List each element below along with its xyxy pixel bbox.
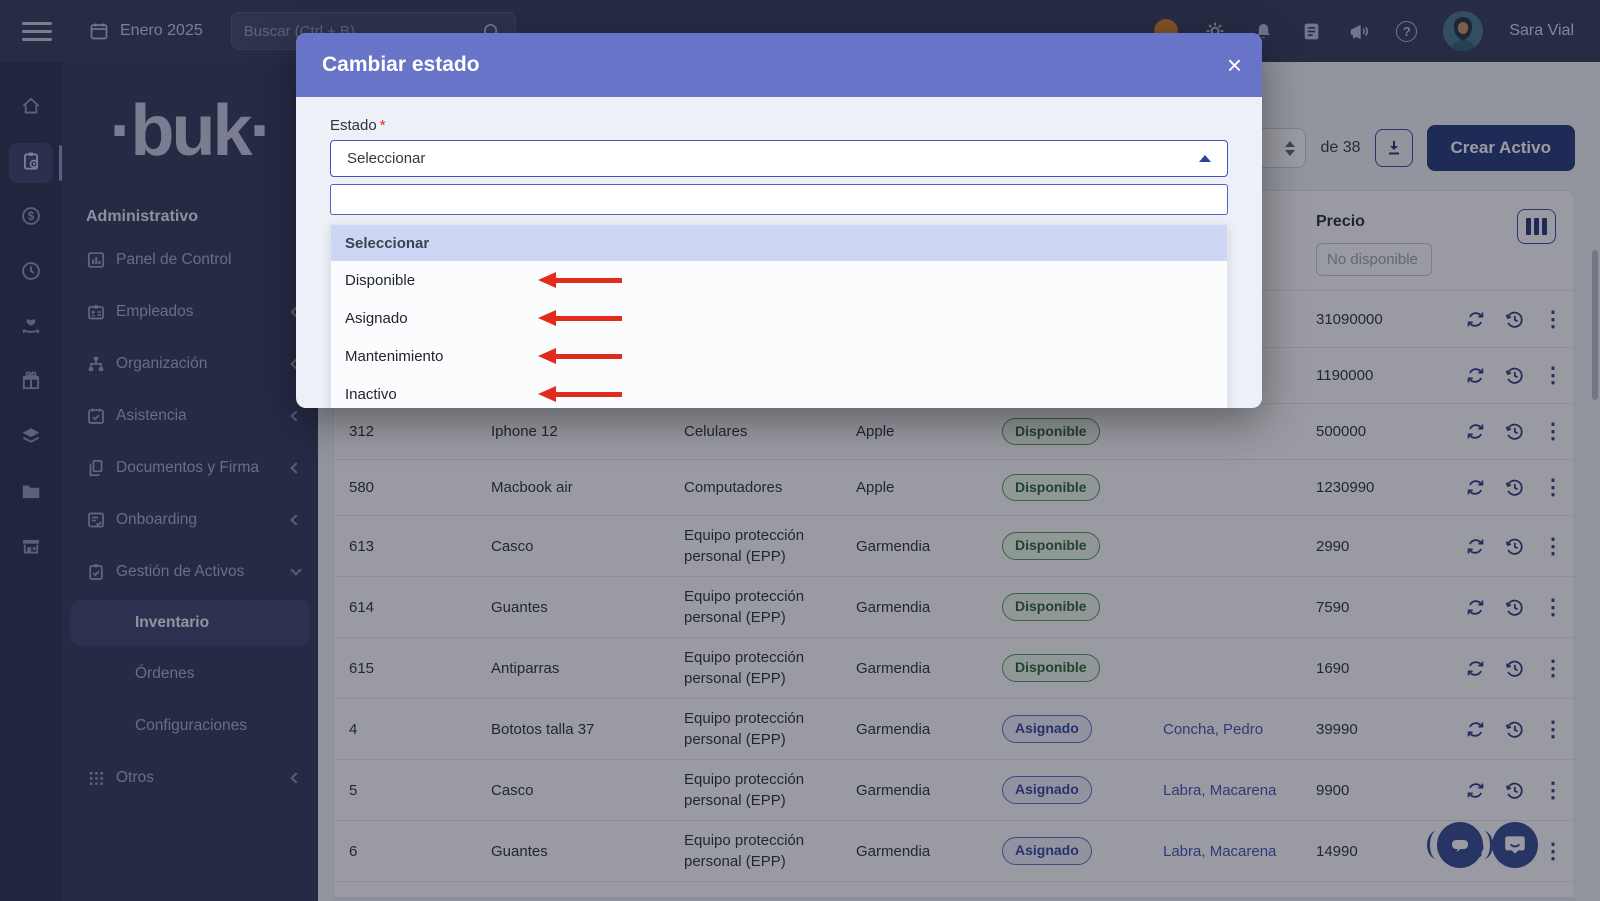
annotation-arrow-icon: [538, 310, 622, 326]
estado-option-disponible[interactable]: Disponible: [331, 261, 1227, 299]
estado-option-asignado[interactable]: Asignado: [331, 299, 1227, 337]
close-icon[interactable]: ×: [1227, 52, 1242, 78]
estado-label: Estado*: [330, 117, 1228, 134]
required-asterisk: *: [380, 117, 386, 134]
estado-option-mantenimiento[interactable]: Mantenimiento: [331, 337, 1227, 375]
modal-title: Cambiar estado: [322, 53, 1227, 77]
annotation-arrow-icon: [538, 348, 622, 364]
option-label: Disponible: [345, 272, 415, 289]
option-label: Mantenimiento: [345, 348, 443, 365]
modal-header: Cambiar estado ×: [296, 33, 1262, 97]
estado-option-inactivo[interactable]: Inactivo: [331, 375, 1227, 408]
estado-select[interactable]: Seleccionar: [330, 140, 1228, 177]
change-status-modal: Cambiar estado × Estado* Seleccionar Sel…: [296, 33, 1262, 408]
caret-up-icon: [1199, 155, 1211, 162]
option-label: Asignado: [345, 310, 408, 327]
option-label: Inactivo: [345, 386, 397, 403]
option-label: Seleccionar: [345, 235, 429, 252]
dropdown-search-input[interactable]: [330, 184, 1228, 215]
annotation-arrow-icon: [538, 272, 622, 288]
estado-option-seleccionar[interactable]: Seleccionar: [331, 225, 1227, 261]
estado-options-list: Seleccionar Disponible Asignado Mantenimien…: [330, 224, 1228, 408]
annotation-arrow-icon: [538, 386, 622, 402]
modal-body: Estado* Seleccionar Seleccionar Disponibl…: [296, 97, 1262, 408]
estado-select-value: Seleccionar: [347, 150, 1199, 167]
